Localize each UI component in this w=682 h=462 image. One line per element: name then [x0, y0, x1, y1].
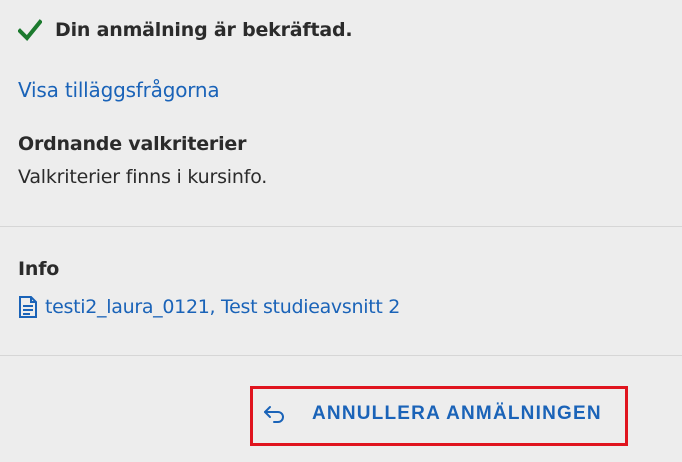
confirmation-text: Din anmälning är bekräftad. — [55, 19, 353, 41]
confirmation-status: Din anmälning är bekräftad. — [17, 18, 353, 42]
undo-arrow-icon — [262, 403, 288, 425]
enrollment-panel: Din anmälning är bekräftad. Visa tillägg… — [0, 0, 682, 462]
checkmark-icon — [17, 18, 43, 42]
selection-criteria-text: Valkriterier finns i kursinfo. — [18, 166, 268, 188]
cancel-enrollment-label: ANNULLERA ANMÄLNINGEN — [312, 403, 602, 424]
selection-criteria-heading: Ordnande valkriterier — [18, 133, 247, 155]
show-extra-questions-link[interactable]: Visa tilläggsfrågorna — [18, 78, 220, 102]
divider — [0, 226, 682, 227]
info-heading: Info — [18, 258, 60, 280]
divider — [0, 355, 682, 356]
cancel-enrollment-button[interactable]: ANNULLERA ANMÄLNINGEN — [258, 392, 618, 436]
document-icon — [18, 295, 38, 319]
course-info-link[interactable]: testi2_laura_0121, Test studieavsnitt 2 — [18, 295, 400, 319]
course-info-link-text: testi2_laura_0121, Test studieavsnitt 2 — [45, 296, 401, 318]
